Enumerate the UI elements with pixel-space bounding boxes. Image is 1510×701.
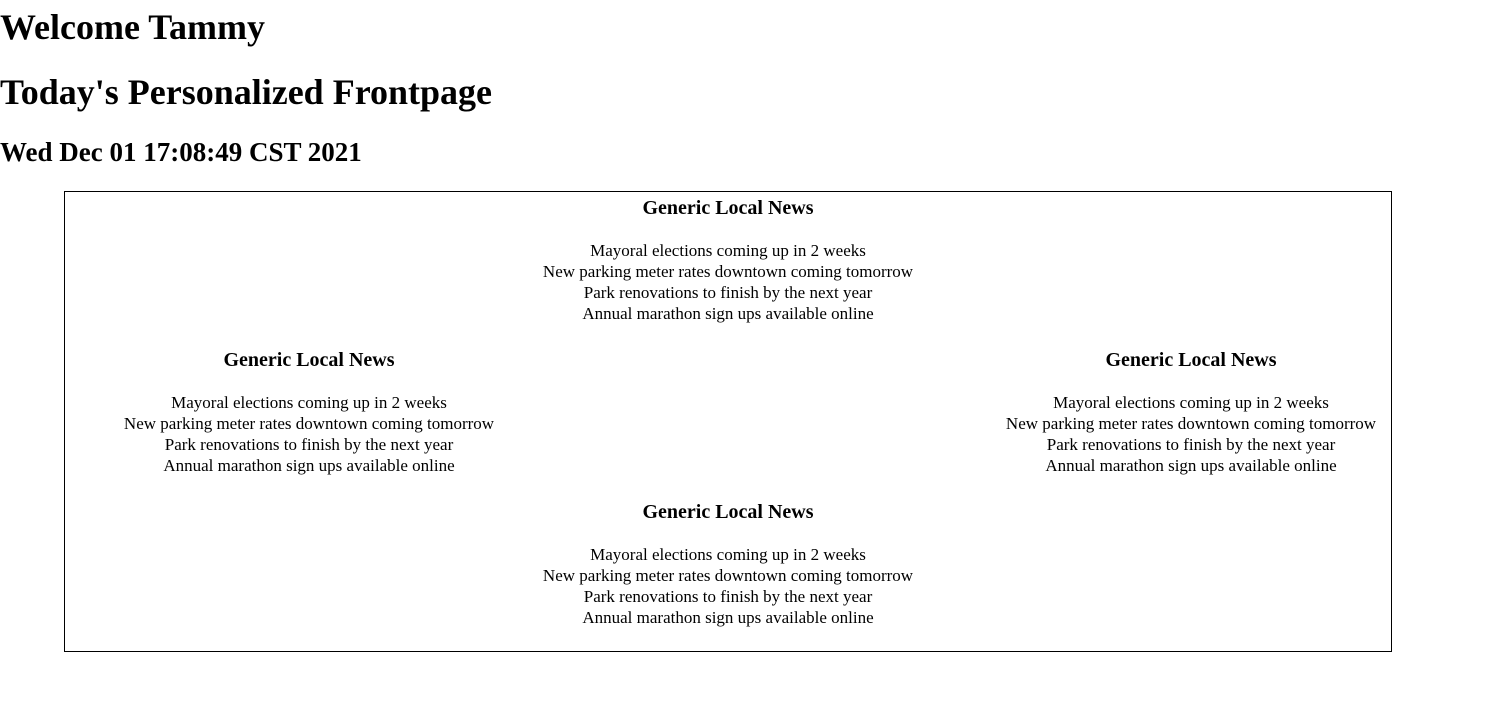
news-item: New parking meter rates downtown coming … (542, 566, 914, 585)
news-item: Annual marathon sign ups available onlin… (1045, 456, 1337, 475)
news-item: Park renovations to finish by the next y… (164, 435, 454, 454)
news-panel-left: Generic Local News Mayoral elections com… (89, 348, 529, 476)
news-item: Mayoral elections coming up in 2 weeks (171, 393, 447, 412)
news-item: Annual marathon sign ups available onlin… (163, 456, 455, 475)
news-list: Mayoral elections coming up in 2 weeks N… (508, 240, 948, 324)
news-panel-title: Generic Local News (223, 349, 395, 371)
news-panel-bottom: Generic Local News Mayoral elections com… (508, 500, 948, 628)
current-date: Wed Dec 01 17:08:49 CST 2021 (0, 137, 362, 167)
news-container: Generic Local News Mayoral elections com… (64, 191, 1392, 652)
news-item: Park renovations to finish by the next y… (583, 587, 873, 606)
news-panel-title: Generic Local News (1105, 349, 1277, 371)
news-item: New parking meter rates downtown coming … (1005, 414, 1377, 433)
page-title: Today's Personalized Frontpage (0, 72, 493, 112)
news-panel-title: Generic Local News (642, 197, 814, 219)
news-item: Annual marathon sign ups available onlin… (582, 304, 874, 323)
news-item: Park renovations to finish by the next y… (583, 283, 873, 302)
news-item: Park renovations to finish by the next y… (1046, 435, 1336, 454)
news-item: New parking meter rates downtown coming … (542, 262, 914, 281)
news-panel-right: Generic Local News Mayoral elections com… (971, 348, 1411, 476)
news-panel-top: Generic Local News Mayoral elections com… (508, 196, 948, 324)
news-item: Annual marathon sign ups available onlin… (582, 608, 874, 627)
news-item: Mayoral elections coming up in 2 weeks (1053, 393, 1329, 412)
news-panel-title: Generic Local News (642, 501, 814, 523)
news-list: Mayoral elections coming up in 2 weeks N… (971, 392, 1411, 476)
news-item: Mayoral elections coming up in 2 weeks (590, 241, 866, 260)
news-item: Mayoral elections coming up in 2 weeks (590, 545, 866, 564)
welcome-heading: Welcome Tammy (0, 7, 265, 47)
news-item: New parking meter rates downtown coming … (123, 414, 495, 433)
news-list: Mayoral elections coming up in 2 weeks N… (508, 544, 948, 628)
news-list: Mayoral elections coming up in 2 weeks N… (89, 392, 529, 476)
